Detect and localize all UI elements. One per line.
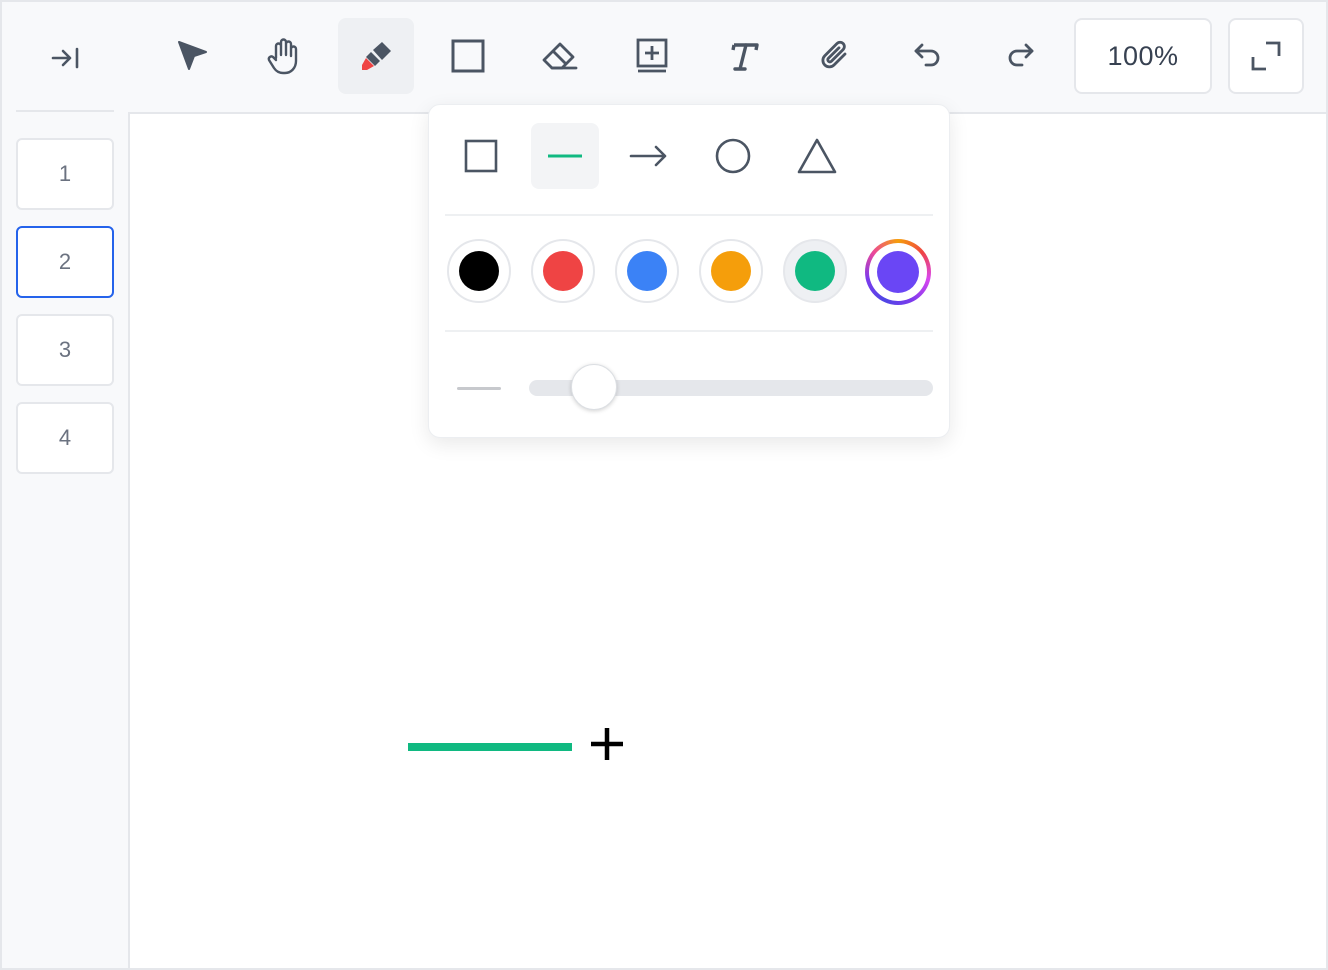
whiteboard-app: 1 2 3 4 100% xyxy=(0,0,1328,970)
circle-icon xyxy=(715,138,751,174)
shape-tool-button[interactable] xyxy=(430,18,506,94)
page-number: 1 xyxy=(58,161,72,186)
text-icon xyxy=(731,43,759,71)
color-swatch-orange[interactable] xyxy=(699,239,763,303)
crosshair-icon xyxy=(585,722,629,766)
paperclip-icon xyxy=(821,40,847,69)
shape-arrow-option[interactable] xyxy=(615,123,683,189)
page-number: 2 xyxy=(58,249,72,274)
shape-line-option[interactable] xyxy=(531,123,599,189)
hand-icon xyxy=(267,38,298,75)
undo-icon xyxy=(914,43,940,67)
zoom-level-label: 100% xyxy=(1107,40,1179,71)
redo-button[interactable] xyxy=(982,18,1058,94)
pan-tool-button[interactable] xyxy=(246,18,322,94)
color-dot xyxy=(543,251,583,291)
custom-color-picker[interactable] xyxy=(865,239,931,305)
toolbar: 100% xyxy=(128,2,1326,114)
color-dot xyxy=(795,251,835,291)
color-dot xyxy=(627,251,667,291)
popover-divider xyxy=(445,214,933,216)
shape-triangle-option[interactable] xyxy=(783,123,851,189)
arrow-right-icon xyxy=(629,145,667,167)
stroke-width-slider-thumb[interactable] xyxy=(570,364,617,410)
marker-icon xyxy=(362,42,391,70)
add-page-icon xyxy=(636,38,668,73)
color-swatch-blue[interactable] xyxy=(615,239,679,303)
expand-icon xyxy=(1251,41,1281,71)
popover-divider xyxy=(445,330,933,332)
color-swatch-black[interactable] xyxy=(447,239,511,303)
color-dot xyxy=(459,251,499,291)
attach-tool-button[interactable] xyxy=(798,18,874,94)
shape-options-popover xyxy=(428,104,950,438)
cursor-arrow-icon xyxy=(178,41,207,70)
color-swatch-red[interactable] xyxy=(531,239,595,303)
stroke-width-slider[interactable] xyxy=(529,364,933,410)
stroke-width-preview xyxy=(457,387,501,390)
triangle-icon xyxy=(797,138,837,174)
eraser-icon xyxy=(542,42,578,70)
fullscreen-button[interactable] xyxy=(1228,18,1304,94)
marker-tool-button[interactable] xyxy=(338,18,414,94)
page-thumbnail-1[interactable]: 1 xyxy=(16,138,114,210)
zoom-level-button[interactable]: 100% xyxy=(1074,18,1212,94)
square-icon xyxy=(451,39,485,73)
color-swatch-green[interactable] xyxy=(783,239,847,303)
square-icon xyxy=(464,139,498,173)
shape-rectangle-option[interactable] xyxy=(447,123,515,189)
text-tool-button[interactable] xyxy=(706,18,782,94)
undo-button[interactable] xyxy=(890,18,966,94)
shape-ellipse-option[interactable] xyxy=(699,123,767,189)
drawn-line-shape[interactable] xyxy=(408,743,572,751)
page-thumbnail-2[interactable]: 2 xyxy=(16,226,114,298)
page-thumbnail-3[interactable]: 3 xyxy=(16,314,114,386)
color-dot xyxy=(877,251,919,293)
custom-color-ring xyxy=(869,243,927,301)
sidebar-divider xyxy=(16,110,114,112)
page-number: 4 xyxy=(58,425,72,450)
page-number: 3 xyxy=(58,337,72,362)
redo-icon xyxy=(1008,43,1034,67)
collapse-sidebar-button[interactable] xyxy=(42,36,90,80)
eraser-tool-button[interactable] xyxy=(522,18,598,94)
line-icon xyxy=(548,154,582,158)
collapse-right-icon xyxy=(51,47,79,69)
page-thumbnail-4[interactable]: 4 xyxy=(16,402,114,474)
page-sidebar: 1 2 3 4 xyxy=(2,2,130,968)
add-page-tool-button[interactable] xyxy=(614,18,690,94)
select-tool-button[interactable] xyxy=(154,18,230,94)
color-dot xyxy=(711,251,751,291)
